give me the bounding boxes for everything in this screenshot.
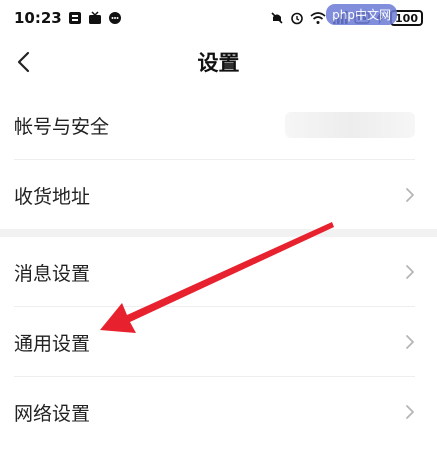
chevron-right-icon xyxy=(406,265,414,279)
settings-item-label: 收货地址 xyxy=(14,185,91,208)
settings-item-label: 通用设置 xyxy=(14,332,91,355)
settings-item-account-security[interactable]: 帐号与安全 xyxy=(0,90,437,160)
settings-item-label: 消息设置 xyxy=(14,262,91,285)
settings-group-account: 帐号与安全 收货地址 xyxy=(0,90,437,230)
tv-notification-icon xyxy=(88,11,102,25)
chat-notification-icon xyxy=(108,11,122,25)
app-notification-icon xyxy=(68,11,82,25)
settings-item-network[interactable]: 网络设置 xyxy=(0,377,437,447)
chevron-right-icon xyxy=(406,188,414,202)
site-watermark: php中文网 xyxy=(326,4,397,25)
status-left: 10:23 xyxy=(14,9,122,27)
settings-item-message[interactable]: 消息设置 xyxy=(0,237,437,307)
page-title: 设置 xyxy=(197,51,240,75)
settings-item-label: 帐号与安全 xyxy=(14,115,110,138)
nav-bar: 设置 xyxy=(0,36,437,88)
status-time: 10:23 xyxy=(14,9,62,27)
back-button[interactable] xyxy=(6,44,42,80)
chevron-right-icon xyxy=(406,405,414,419)
settings-group-general: 消息设置 通用设置 网络设置 xyxy=(0,237,437,447)
settings-item-shipping-address[interactable]: 收货地址 xyxy=(0,160,437,230)
group-divider xyxy=(0,229,437,237)
settings-item-label: 网络设置 xyxy=(14,402,91,425)
wifi-icon xyxy=(310,11,326,25)
chevron-right-icon xyxy=(406,335,414,349)
blurred-account-value xyxy=(285,112,415,138)
mute-icon xyxy=(270,11,284,25)
chevron-left-icon xyxy=(17,51,30,73)
settings-item-general[interactable]: 通用设置 xyxy=(0,307,437,377)
alarm-icon xyxy=(290,11,304,25)
